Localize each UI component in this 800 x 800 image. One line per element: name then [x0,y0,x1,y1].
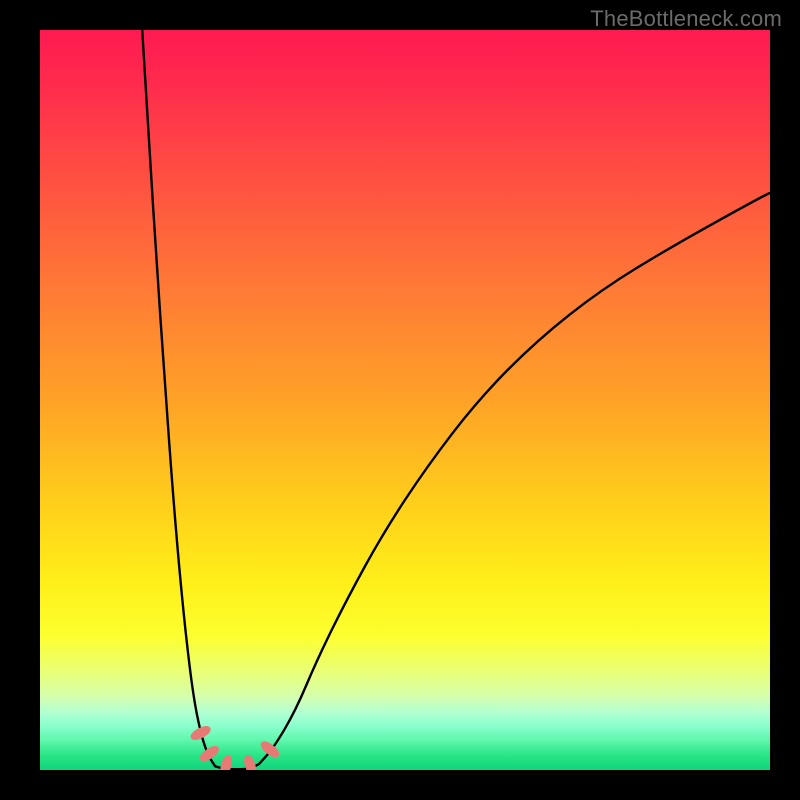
curve-marker [218,754,233,770]
plot-area [40,30,770,770]
curve-layer [40,30,770,770]
bottleneck-curve [142,30,770,769]
chart-frame: TheBottleneck.com [0,0,800,800]
curve-marker [242,754,258,770]
watermark-text: TheBottleneck.com [590,6,782,32]
curve-marker [197,743,221,764]
marker-layer [189,723,282,770]
